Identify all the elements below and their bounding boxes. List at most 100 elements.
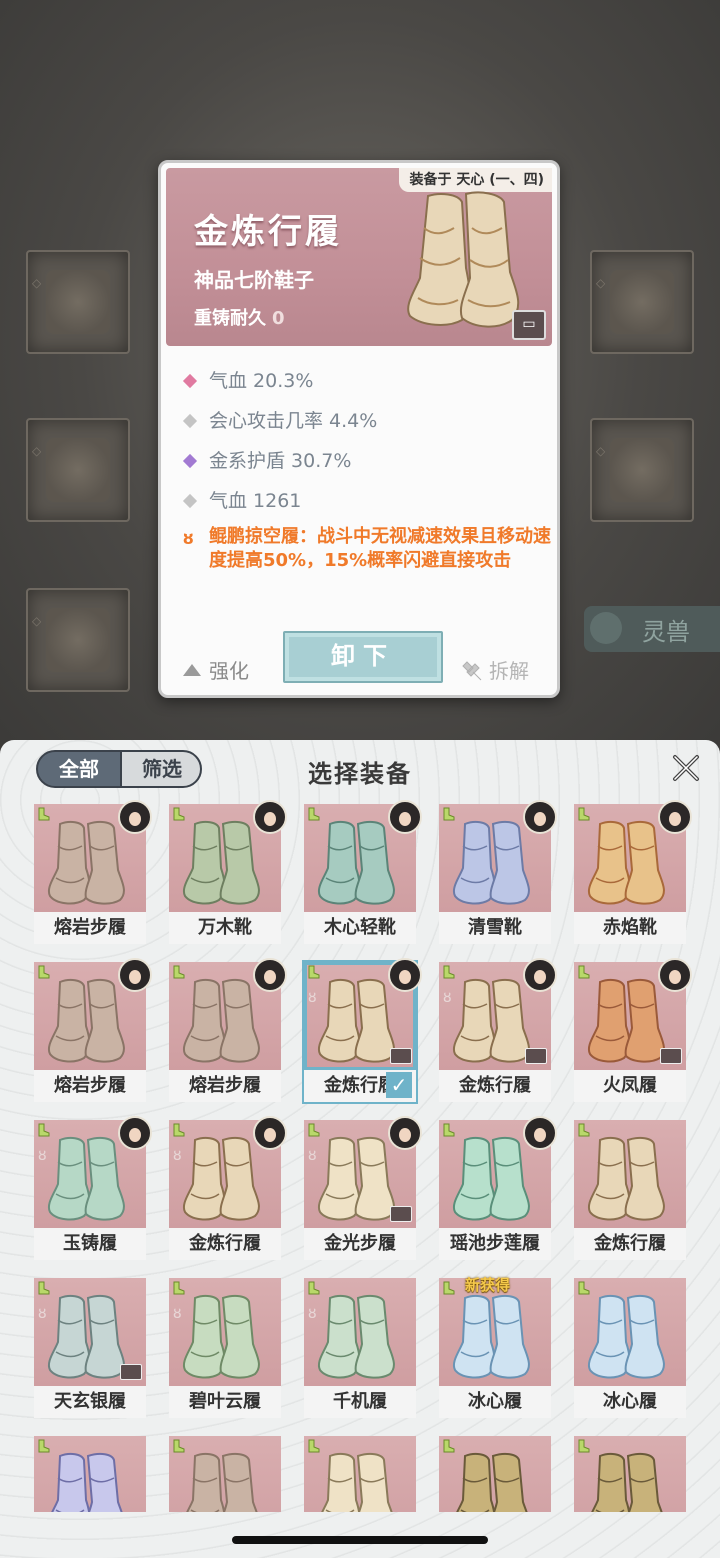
close-icon[interactable] — [670, 752, 702, 784]
equipment-tile[interactable]: 金炼行履 — [574, 1120, 686, 1260]
bg-helmet-slot: ◇ — [590, 250, 694, 354]
equipment-tile[interactable]: 熔岩步履 — [169, 958, 287, 1102]
equipment-tile[interactable]: ȣ 碧叶云履 — [169, 1278, 281, 1418]
diamond-icon — [182, 373, 198, 389]
equipment-tile[interactable]: 熔岩步履 — [34, 800, 152, 944]
dismantle-icon — [462, 661, 482, 681]
equipment-tile[interactable]: ȣ 天玄银履 — [34, 1278, 146, 1418]
boots-type-icon — [578, 1281, 590, 1295]
enhance-button[interactable]: 强化 — [183, 655, 249, 684]
tile-label: 冰心履 — [439, 1386, 551, 1418]
owner-avatar — [253, 800, 287, 834]
lock-icon — [120, 1364, 142, 1380]
set-mark-icon: ȣ — [443, 990, 452, 1006]
equipment-tile[interactable]: ȣ 金光步履 — [304, 1116, 422, 1260]
boots-icon — [48, 1136, 125, 1221]
lock-icon — [390, 1048, 412, 1064]
equipment-tile[interactable]: ȣ 金炼行履 ✓ — [302, 958, 422, 1104]
set-mark-icon: ȣ — [38, 1148, 47, 1164]
boots-icon — [48, 978, 125, 1063]
boots-icon — [318, 1294, 395, 1379]
equipment-tile[interactable]: 木心轻靴 — [304, 800, 422, 944]
equipment-tile[interactable]: ȣ 金炼行履 — [439, 958, 557, 1102]
tile-art — [34, 1436, 146, 1512]
stat-row: 会心攻击几率 4.4% — [182, 401, 553, 441]
tile-label: 金光步履 — [304, 1228, 416, 1260]
tile-art — [574, 1278, 686, 1386]
bg-weapon-slot: ◇ — [26, 250, 130, 354]
stat-row: 气血 1261 — [182, 481, 553, 521]
equipment-tile[interactable] — [574, 1436, 686, 1512]
boots-type-icon — [38, 1123, 50, 1137]
tile-label: 天玄银履 — [34, 1386, 146, 1418]
boots-type-icon — [443, 1439, 455, 1453]
equipment-tile[interactable] — [439, 1436, 551, 1512]
boots-icon — [48, 820, 125, 905]
equipment-tile[interactable]: 冰心履 新获得 — [439, 1276, 551, 1418]
boots-type-icon — [308, 807, 320, 821]
stat-row: 气血 20.3% — [182, 361, 553, 401]
boots-type-icon — [38, 965, 50, 979]
boots-type-icon — [443, 1281, 455, 1295]
tile-label: 玉铸履 — [34, 1228, 146, 1260]
equipment-tile[interactable]: 火凤履 — [574, 958, 692, 1102]
durability: 重铸耐久 0 — [194, 304, 285, 330]
pet-label: 灵兽 — [642, 618, 690, 646]
lock-icon — [390, 1206, 412, 1222]
durability-value: 0 — [272, 308, 285, 329]
boots-icon — [183, 1136, 260, 1221]
equipment-tile[interactable]: 冰心履 — [574, 1278, 686, 1418]
owner-avatar — [253, 1116, 287, 1150]
boots-icon — [588, 1136, 665, 1221]
owner-avatar — [388, 958, 422, 992]
special-effect-icon: ȣ — [183, 529, 194, 548]
boots-type-icon — [173, 807, 185, 821]
item-detail-header: 装备于 天心 (一、四) 金炼行履 神品七阶鞋子 重铸耐久 0 ▭ — [166, 168, 552, 346]
stat-list: 气血 20.3% 会心攻击几率 4.4% 金系护盾 30.7% 气血 1261 … — [182, 361, 553, 573]
boots-type-icon — [173, 1123, 185, 1137]
boots-type-icon — [38, 1439, 50, 1453]
tile-art — [304, 1436, 416, 1512]
boots-icon — [186, 1452, 258, 1512]
owner-avatar — [658, 800, 692, 834]
boots-type-icon — [173, 965, 185, 979]
equipment-tile[interactable] — [34, 1436, 146, 1512]
bg-belt-slot: ◇ — [26, 588, 130, 692]
stat-text: 气血 20.3% — [209, 370, 314, 392]
owner-avatar — [118, 800, 152, 834]
boots-icon — [591, 1452, 663, 1512]
set-mark-icon: ȣ — [308, 990, 317, 1006]
lock-icon[interactable]: ▭ — [512, 310, 546, 340]
equipment-tile[interactable]: 清雪靴 — [439, 800, 557, 944]
set-mark-icon: ȣ — [173, 1148, 182, 1164]
equipment-tile[interactable]: ȣ 玉铸履 — [34, 1116, 152, 1260]
boots-type-icon — [173, 1439, 185, 1453]
boots-icon — [453, 820, 530, 905]
durability-label: 重铸耐久 — [194, 308, 266, 329]
equipment-tile[interactable]: 瑶池步莲履 — [439, 1116, 557, 1260]
equipment-tile[interactable]: 赤焰靴 — [574, 800, 692, 944]
boots-icon — [183, 1294, 260, 1379]
special-effect: ȣ 鲲鹏掠空履：战斗中无视减速效果且移动速度提高50%，15%概率闪避直接攻击 — [183, 525, 553, 573]
diamond-icon — [182, 493, 198, 509]
equipment-tile[interactable] — [304, 1436, 416, 1512]
tile-label: 木心轻靴 — [304, 912, 416, 944]
dismantle-button[interactable]: 拆解 — [461, 655, 529, 684]
unequip-button[interactable]: 卸下 — [283, 631, 443, 683]
boots-type-icon — [578, 965, 590, 979]
owner-avatar — [658, 958, 692, 992]
equipment-tile[interactable]: ȣ 千机履 — [304, 1278, 416, 1418]
special-effect-text: 鲲鹏掠空履：战斗中无视减速效果且移动速度提高50%，15%概率闪避直接攻击 — [209, 526, 551, 571]
select-equipment-panel: 全部 筛选 选择装备 熔岩步履 万木靴 木心轻靴 清雪靴 赤焰靴 熔岩步履 熔岩步履 ȣ 金炼行… — [0, 740, 720, 1558]
equipment-tile[interactable]: 万木靴 — [169, 800, 287, 944]
tile-label: 金炼行履 — [574, 1228, 686, 1260]
equipment-tile[interactable] — [169, 1436, 281, 1512]
equipment-tile[interactable]: 熔岩步履 — [34, 958, 152, 1102]
boots-icon — [318, 820, 395, 905]
tile-label: 碧叶云履 — [169, 1386, 281, 1418]
boots-icon — [588, 1294, 665, 1379]
boots-type-icon — [308, 1123, 320, 1137]
boots-icon — [456, 1452, 528, 1512]
equipment-tile[interactable]: ȣ 金炼行履 — [169, 1116, 287, 1260]
tile-label: 熔岩步履 — [34, 1070, 146, 1102]
